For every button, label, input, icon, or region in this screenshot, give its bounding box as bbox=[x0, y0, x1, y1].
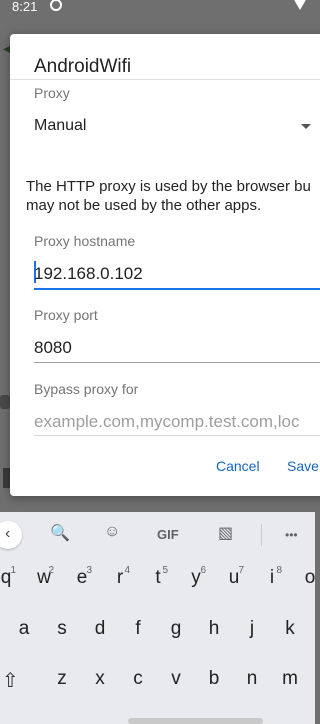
background-lock-icon bbox=[3, 468, 10, 488]
gif-button[interactable]: GIF bbox=[157, 527, 179, 542]
keyboard-toolbar: ‹ 🔍 ☺ GIF ▧ ••• bbox=[0, 512, 315, 556]
key-label: z bbox=[57, 668, 67, 689]
key-r[interactable]: r4 bbox=[106, 565, 134, 609]
key-g[interactable]: g bbox=[162, 618, 190, 660]
key-j[interactable]: j bbox=[238, 618, 266, 660]
key-z[interactable]: z bbox=[48, 668, 76, 710]
status-time: 8:21 bbox=[12, 0, 38, 14]
key-hint: 1 bbox=[10, 565, 16, 576]
key-x[interactable]: x bbox=[86, 668, 114, 710]
bypass-input[interactable]: example.com,mycomp.test.com,loc bbox=[34, 412, 299, 432]
key-v[interactable]: v bbox=[162, 668, 190, 710]
save-button[interactable]: Save bbox=[287, 458, 319, 474]
toolbar-divider bbox=[261, 524, 262, 546]
sticker-icon[interactable]: ☺ bbox=[104, 523, 120, 541]
status-bar: 8:21 bbox=[0, 0, 315, 14]
key-t[interactable]: t5 bbox=[144, 565, 172, 609]
key-label: k bbox=[285, 618, 295, 639]
more-options-icon[interactable]: ••• bbox=[285, 528, 298, 542]
key-label: v bbox=[171, 668, 181, 689]
key-c[interactable]: c bbox=[124, 668, 152, 710]
key-u[interactable]: u7 bbox=[220, 565, 248, 609]
key-y[interactable]: y6 bbox=[182, 565, 210, 609]
dropdown-arrow-icon[interactable] bbox=[301, 124, 311, 129]
sync-icon bbox=[50, 0, 62, 11]
key-label: m bbox=[282, 668, 298, 689]
key-hint: 6 bbox=[200, 565, 206, 576]
key-hint: 3 bbox=[86, 565, 92, 576]
key-hint: 4 bbox=[124, 565, 130, 576]
key-n[interactable]: n bbox=[238, 668, 266, 710]
chevron-left-icon: ‹ bbox=[5, 525, 11, 542]
key-h[interactable]: h bbox=[200, 618, 228, 660]
hostname-input[interactable]: 192.168.0.102 bbox=[34, 264, 143, 284]
bypass-label: Bypass proxy for bbox=[34, 381, 139, 397]
background-wifi-icon bbox=[0, 395, 10, 409]
hostname-label: Proxy hostname bbox=[34, 233, 136, 249]
key-m[interactable]: m bbox=[276, 668, 304, 710]
wifi-icon bbox=[293, 0, 307, 10]
key-hint: 5 bbox=[162, 565, 168, 576]
search-icon[interactable]: 🔍 bbox=[50, 523, 70, 543]
key-hint: 2 bbox=[48, 565, 54, 576]
key-s[interactable]: s bbox=[48, 618, 76, 660]
port-input[interactable]: 8080 bbox=[34, 338, 72, 358]
proxy-info-line-2: may not be used by the other apps. bbox=[26, 197, 262, 214]
key-label: b bbox=[208, 668, 220, 689]
key-label: h bbox=[208, 618, 220, 639]
key-label: t bbox=[155, 567, 161, 588]
keyboard-back-button[interactable]: ‹ bbox=[0, 521, 22, 549]
proxy-dialog: AndroidWifi Proxy Manual The HTTP proxy … bbox=[10, 34, 320, 496]
key-label: c bbox=[133, 668, 143, 689]
proxy-info-text: The HTTP proxy is used by the browser bu… bbox=[26, 177, 320, 215]
key-label: i bbox=[269, 567, 275, 588]
key-hint: 8 bbox=[276, 565, 282, 576]
proxy-label: Proxy bbox=[34, 85, 70, 101]
key-o[interactable]: o bbox=[296, 567, 320, 609]
key-label: f bbox=[135, 618, 141, 639]
key-i[interactable]: i8 bbox=[258, 565, 286, 609]
shift-icon[interactable]: ⇧ bbox=[2, 668, 19, 693]
translate-icon[interactable]: ▧ bbox=[218, 523, 233, 543]
key-label: a bbox=[18, 618, 30, 639]
key-e[interactable]: e3 bbox=[68, 565, 96, 609]
key-label: x bbox=[95, 668, 105, 689]
home-indicator bbox=[128, 718, 263, 724]
bypass-underline bbox=[34, 435, 320, 436]
key-k[interactable]: k bbox=[276, 618, 304, 660]
key-label: y bbox=[191, 567, 201, 588]
cancel-button[interactable]: Cancel bbox=[216, 458, 260, 474]
soft-keyboard: ‹ 🔍 ☺ GIF ▧ ••• q1w2e3r4t5y6u7i8o asdfgh… bbox=[0, 512, 315, 724]
port-underline bbox=[34, 362, 320, 363]
key-a[interactable]: a bbox=[10, 618, 38, 660]
key-label: d bbox=[94, 618, 106, 639]
key-b[interactable]: b bbox=[200, 668, 228, 710]
dialog-title: AndroidWifi bbox=[34, 56, 132, 77]
key-label: n bbox=[246, 668, 258, 689]
key-label: r bbox=[116, 567, 124, 588]
proxy-spinner-value[interactable]: Manual bbox=[34, 117, 86, 135]
proxy-info-line-1: The HTTP proxy is used by the browser bu bbox=[26, 178, 311, 195]
key-d[interactable]: d bbox=[86, 618, 114, 660]
key-label: s bbox=[57, 618, 67, 639]
title-divider bbox=[10, 79, 320, 80]
key-q[interactable]: q1 bbox=[0, 565, 20, 609]
key-w[interactable]: w2 bbox=[30, 565, 58, 609]
hostname-underline bbox=[34, 288, 320, 290]
key-hint: 7 bbox=[238, 565, 244, 576]
key-label: g bbox=[170, 618, 182, 639]
key-f[interactable]: f bbox=[124, 618, 152, 660]
port-label: Proxy port bbox=[34, 307, 98, 323]
key-label: o bbox=[304, 567, 316, 588]
key-label: j bbox=[249, 618, 255, 639]
